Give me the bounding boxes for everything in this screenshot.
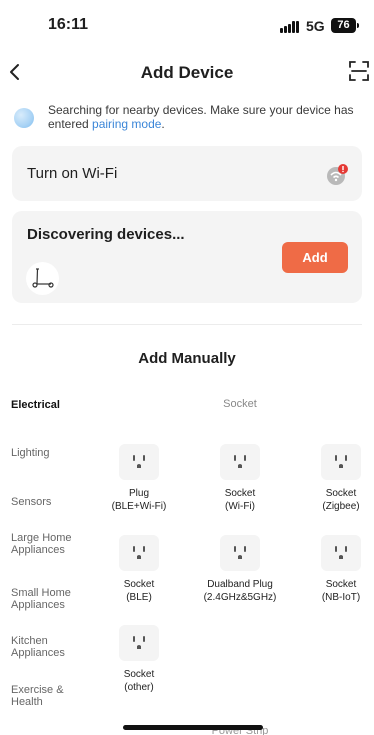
discovering-title: Discovering devices... (27, 226, 185, 243)
socket-icon (119, 625, 159, 661)
searching-status: Searching for nearby devices. Make sure … (12, 101, 362, 133)
device-protocol: (2.4GHz&5GHz) (203, 592, 277, 603)
category-small-home-appliances[interactable]: Small Home Appliances (11, 587, 81, 611)
wifi-warning-icon (326, 164, 348, 185)
device-item[interactable]: Socket (other) (94, 625, 184, 694)
add-discovered-button[interactable]: Add (282, 242, 348, 273)
device-protocol: (BLE) (126, 592, 152, 603)
category-lighting[interactable]: Lighting (11, 447, 86, 459)
page-title: Add Device (140, 63, 234, 82)
category-sensors[interactable]: Sensors (11, 496, 86, 508)
device-protocol: (NB-IoT) (321, 592, 361, 603)
socket-icon (220, 535, 260, 571)
group-title-socket: Socket (223, 398, 257, 410)
scan-icon[interactable] (348, 60, 370, 82)
device-name: Socket (123, 579, 155, 590)
pairing-mode-link[interactable]: pairing mode (92, 117, 161, 131)
nav-header: Add Device (0, 52, 374, 92)
device-protocol: (other) (124, 682, 154, 693)
section-divider (12, 324, 362, 325)
add-manually-title: Add Manually (138, 350, 236, 367)
device-item[interactable]: Socket (Wi-Fi) (195, 444, 285, 513)
category-exercise-health[interactable]: Exercise & Health (11, 684, 71, 708)
home-indicator[interactable] (123, 725, 263, 730)
battery-icon: 76 (331, 18, 356, 33)
socket-icon (321, 444, 361, 480)
device-item[interactable]: Socket (BLE) (94, 535, 184, 604)
discovering-card: Discovering devices... Add (12, 211, 362, 303)
device-item[interactable]: Socket (NB-IoT) (296, 535, 374, 604)
device-item[interactable]: Dualband Plug (2.4GHz&5GHz) (195, 535, 285, 604)
wifi-card[interactable]: Turn on Wi-Fi (12, 146, 362, 201)
category-electrical[interactable]: Electrical (11, 399, 86, 411)
device-name: Socket (325, 579, 357, 590)
cell-signal-icon (280, 21, 300, 33)
category-kitchen-appliances[interactable]: Kitchen Appliances (11, 635, 76, 659)
socket-icon (220, 444, 260, 480)
network-type: 5G (306, 18, 325, 34)
device-name: Socket (325, 488, 357, 499)
wifi-label: Turn on Wi-Fi (27, 165, 118, 182)
socket-icon (119, 535, 159, 571)
category-large-home-appliances[interactable]: Large Home Appliances (11, 532, 76, 556)
device-protocol: (Zigbee) (322, 501, 360, 512)
device-protocol: (Wi-Fi) (225, 501, 255, 512)
searching-suffix: . (161, 117, 165, 131)
device-name: Socket (123, 669, 155, 680)
device-name: Socket (224, 488, 256, 499)
device-name: Plug (128, 488, 149, 499)
socket-icon (119, 444, 159, 480)
device-item[interactable]: Socket (Zigbee) (296, 444, 374, 513)
status-time: 16:11 (48, 16, 89, 33)
scooter-icon[interactable] (26, 262, 59, 295)
searching-text: Searching for nearby devices. Make sure … (48, 103, 358, 131)
battery-tip (357, 23, 359, 28)
socket-icon (321, 535, 361, 571)
status-bar: 16:11 5G 76 (0, 0, 374, 50)
device-item[interactable]: Plug (BLE+Wi-Fi) (94, 444, 184, 513)
searching-radar-icon (14, 108, 34, 128)
device-name: Dualband Plug (207, 579, 273, 590)
device-protocol: (BLE+Wi-Fi) (111, 501, 167, 512)
